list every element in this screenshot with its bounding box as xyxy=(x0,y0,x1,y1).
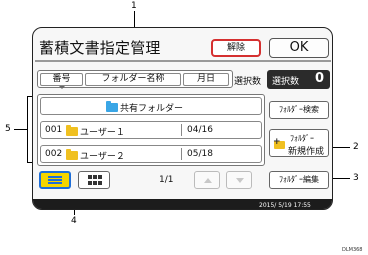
column-number[interactable]: 番号 xyxy=(40,73,83,86)
title-divider xyxy=(35,60,331,62)
row-date: 04/16 xyxy=(187,125,213,135)
list-view-icon-line xyxy=(48,179,62,181)
selected-count-box: 選択数 0 xyxy=(267,70,330,89)
selected-count-value: 0 xyxy=(315,71,325,86)
new-folder-label-1: ﾌｫﾙﾀﾞｰ xyxy=(290,134,314,143)
page-indicator: 1/1 xyxy=(159,175,174,185)
row-folder-name: ユーザー１ xyxy=(80,128,125,138)
callout-4: 4 xyxy=(71,216,77,226)
thumbnail-view-toggle[interactable] xyxy=(78,171,110,189)
delete-button[interactable]: 解除 xyxy=(211,39,261,57)
row-divider xyxy=(181,124,182,136)
new-folder-button[interactable]: + ﾌｫﾙﾀﾞｰ 新規作成 xyxy=(269,129,329,157)
callout-3-line xyxy=(330,178,350,179)
callout-5: 5 xyxy=(5,124,11,134)
folder-icon xyxy=(66,149,78,160)
row-date: 05/18 xyxy=(187,149,213,159)
folder-search-button[interactable]: ﾌｫﾙﾀﾞｰ検索 xyxy=(269,101,329,119)
ok-button[interactable]: OK xyxy=(269,38,329,58)
column-date[interactable]: 月日 xyxy=(183,73,229,86)
plus-icon: + xyxy=(273,137,281,147)
callout-5-bracket xyxy=(27,96,28,163)
row-divider xyxy=(181,148,182,160)
page-up-button[interactable] xyxy=(194,171,220,189)
folder-icon xyxy=(66,125,78,136)
shared-folder-icon xyxy=(106,101,118,112)
list-view-icon xyxy=(48,176,62,178)
grid-view-icon xyxy=(88,175,102,185)
row-number: 002 xyxy=(45,149,63,159)
status-bar: 2015/ 5/19 17:55 xyxy=(33,199,332,209)
document-server-panel: 蓄積文書指定管理 解除 OK 番号 フォルダー名称 月日 選択数 選択数 0 共… xyxy=(32,27,333,210)
column-folder-name[interactable]: フォルダー名称 xyxy=(85,73,181,86)
figure-code: DLM368 xyxy=(342,247,363,253)
up-arrow-icon xyxy=(204,178,212,183)
list-view-icon-line xyxy=(48,182,62,184)
row-folder-name: ユーザー２ xyxy=(80,152,125,162)
page-down-button[interactable] xyxy=(226,171,252,189)
shared-folder-label: 共有フォルダー xyxy=(120,104,184,114)
column-header-bar: 番号 フォルダー名称 月日 xyxy=(37,70,233,89)
selected-count-box-label: 選択数 xyxy=(272,77,300,87)
status-datetime: 2015/ 5/19 17:55 xyxy=(259,202,311,209)
list-view-toggle[interactable] xyxy=(39,171,71,189)
sort-down-icon xyxy=(59,86,65,89)
down-arrow-icon xyxy=(236,178,244,183)
callout-3: 3 xyxy=(353,173,359,183)
list-item-shared-folder[interactable]: 共有フォルダー xyxy=(40,97,262,115)
callout-1: 1 xyxy=(131,1,137,11)
table-row[interactable]: 001 ユーザー１ 04/16 xyxy=(40,121,262,139)
callout-5-line xyxy=(14,129,27,130)
selected-count-label: 選択数 xyxy=(234,77,262,87)
page-title: 蓄積文書指定管理 xyxy=(39,39,161,57)
folder-edit-button[interactable]: ﾌｫﾙﾀﾞｰ編集 xyxy=(269,171,329,189)
callout-2: 2 xyxy=(353,142,359,152)
table-row[interactable]: 002 ユーザー２ 05/18 xyxy=(40,145,262,163)
folder-list: 共有フォルダー 001 ユーザー１ 04/16 002 ユーザー２ 05/18 xyxy=(37,94,265,166)
callout-2-line xyxy=(330,147,350,148)
new-folder-label-2: 新規作成 xyxy=(288,147,325,157)
row-number: 001 xyxy=(45,125,63,135)
